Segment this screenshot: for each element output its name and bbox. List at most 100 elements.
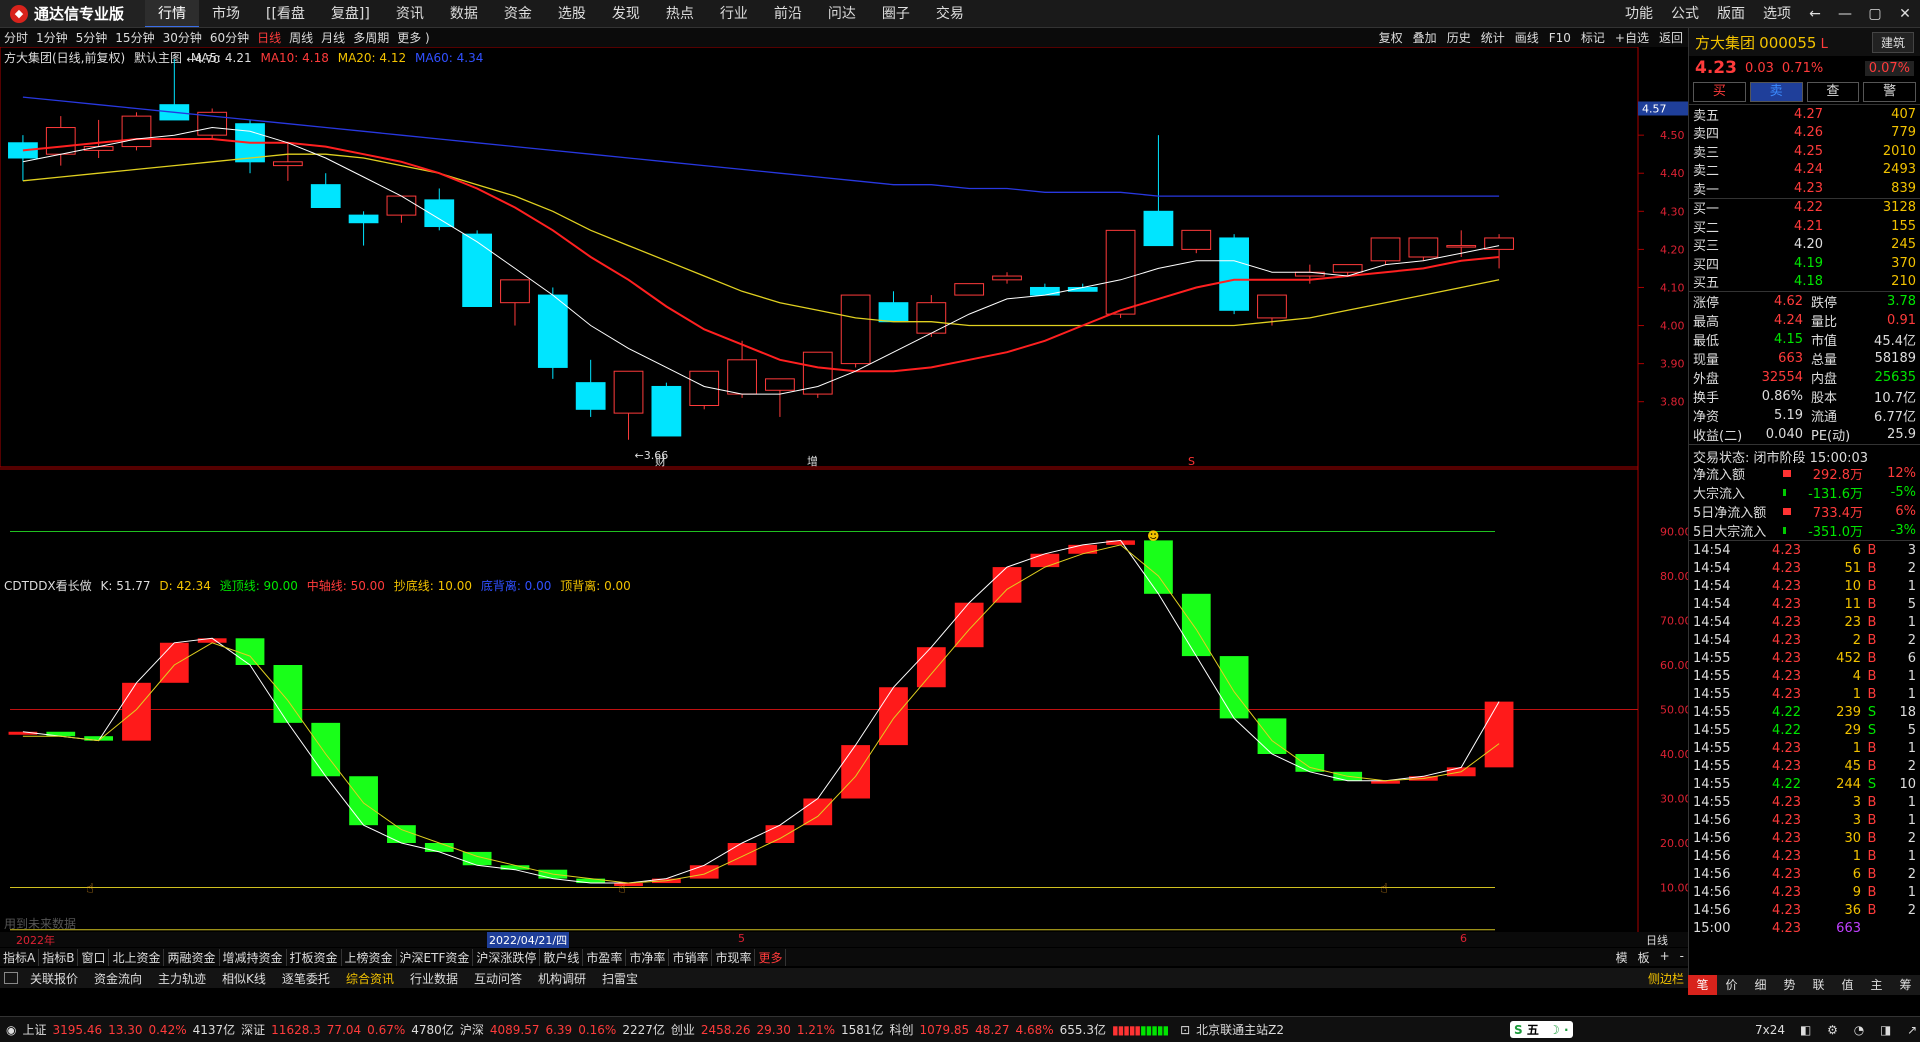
info-tab-0[interactable]: 关联报价 [22, 970, 86, 987]
indicator-tab-9[interactable]: 沪深涨跌停 [473, 948, 541, 966]
indicator-tab-14[interactable]: 市现率 [712, 948, 756, 966]
trade-op-3[interactable]: 警 [1863, 82, 1916, 102]
menu-item-6[interactable]: 资金 [491, 0, 545, 27]
indicator-tab-0[interactable]: 指标A [0, 948, 40, 966]
chart-fn-2[interactable]: 历史 [1442, 29, 1476, 46]
period-4[interactable]: 30分钟 [159, 29, 206, 46]
menu-item-2[interactable]: [[看盘 [253, 0, 318, 27]
chart-fn-8[interactable]: 返回 [1654, 29, 1688, 46]
period-7[interactable]: 周线 [285, 29, 317, 46]
menu-item-0[interactable]: 行情 [145, 0, 199, 27]
chart-fn-6[interactable]: 标记 [1576, 29, 1610, 46]
menu-item-9[interactable]: 热点 [653, 0, 707, 27]
back-icon[interactable]: ← [1800, 6, 1830, 22]
quote-tab-1[interactable]: 价 [1717, 975, 1746, 995]
quote-tab-7[interactable]: 筹 [1891, 975, 1920, 995]
menu-item-4[interactable]: 资讯 [383, 0, 437, 27]
indicator-tab-4[interactable]: 两融资金 [164, 948, 220, 966]
indicator-tab-6[interactable]: 打板资金 [287, 948, 342, 966]
menu-item-7[interactable]: 选股 [545, 0, 599, 27]
sh-label[interactable]: 上证 [22, 1021, 46, 1038]
chart-fn-4[interactable]: 画线 [1510, 29, 1544, 46]
period-5[interactable]: 60分钟 [206, 29, 253, 46]
trade-op-0[interactable]: 买 [1693, 82, 1746, 102]
menu-item-10[interactable]: 行业 [707, 0, 761, 27]
tab-control-2[interactable]: + [1660, 949, 1670, 966]
info-tab-7[interactable]: 互动问答 [466, 970, 530, 987]
indicator-tab-1[interactable]: 指标B [39, 948, 79, 966]
period-9[interactable]: 多周期 [349, 29, 393, 46]
quote-tab-0[interactable]: 笔 [1688, 975, 1717, 995]
chart-fn-0[interactable]: 复权 [1374, 29, 1408, 46]
right-menu-item-0[interactable]: 功能 [1616, 0, 1662, 27]
hs-label[interactable]: 沪深 [460, 1021, 484, 1038]
quote-tab-2[interactable]: 细 [1746, 975, 1775, 995]
period-1[interactable]: 1分钟 [32, 29, 72, 46]
ime-indicator[interactable]: S 五 ☽ · [1510, 1021, 1573, 1038]
info-tab-1[interactable]: 资金流向 [86, 970, 150, 987]
quote-tab-6[interactable]: 主 [1862, 975, 1891, 995]
quote-pct2: 0.07% [1864, 60, 1914, 76]
quote-tab-3[interactable]: 势 [1775, 975, 1804, 995]
trade-op-2[interactable]: 查 [1806, 82, 1860, 102]
period-8[interactable]: 月线 [317, 29, 349, 46]
period-0[interactable]: 分时 [0, 29, 32, 46]
indicator-tab-5[interactable]: 增减持资金 [220, 948, 287, 966]
quote-tab-5[interactable]: 值 [1833, 975, 1862, 995]
maximize-icon[interactable]: ▢ [1860, 6, 1890, 22]
sz-label[interactable]: 深证 [241, 1021, 265, 1038]
right-menu-item-1[interactable]: 公式 [1662, 0, 1708, 27]
trade-op-1[interactable]: 卖 [1749, 82, 1803, 102]
info-tab-4[interactable]: 逐笔委托 [274, 970, 338, 987]
chart-fn-7[interactable]: +自选 [1610, 29, 1654, 46]
info-tab-3[interactable]: 相似K线 [214, 970, 274, 987]
menu-item-14[interactable]: 交易 [923, 0, 977, 27]
period-2[interactable]: 5分钟 [72, 29, 112, 46]
minimize-icon[interactable]: — [1830, 6, 1860, 22]
kd-tick-5: 40.00 [1660, 748, 1688, 761]
quote-tab-4[interactable]: 联 [1804, 975, 1833, 995]
tab-control-3[interactable]: - [1680, 949, 1684, 966]
indicator-tab-13[interactable]: 市销率 [669, 948, 713, 966]
menu-item-1[interactable]: 市场 [199, 0, 253, 27]
info-tab-5[interactable]: 综合资讯 [338, 970, 402, 987]
tab-control-0[interactable]: 模 [1616, 949, 1628, 966]
period-10[interactable]: 更多 ) [393, 29, 434, 46]
info-tab-6[interactable]: 行业数据 [402, 970, 466, 987]
indicator-tab-11[interactable]: 市盈率 [583, 948, 627, 966]
tab-control-1[interactable]: 板 [1638, 949, 1650, 966]
chart-fn-5[interactable]: F10 [1544, 31, 1576, 45]
period-3[interactable]: 15分钟 [111, 29, 158, 46]
indicator-tab-3[interactable]: 北上资金 [109, 948, 165, 966]
menu-item-5[interactable]: 数据 [437, 0, 491, 27]
period-6[interactable]: 日线 [253, 29, 285, 46]
indicator-tab-8[interactable]: 沪深ETF资金 [397, 948, 474, 966]
close-icon[interactable]: ✕ [1890, 6, 1920, 22]
info-tab-2[interactable]: 主力轨迹 [150, 970, 214, 987]
menu-item-3[interactable]: 复盘]] [318, 0, 383, 27]
right-menu-item-3[interactable]: 选项 [1754, 0, 1800, 27]
indicator-tab-7[interactable]: 上榜资金 [342, 948, 397, 966]
sector-button[interactable]: 建筑 [1871, 31, 1914, 53]
chart-fn-1[interactable]: 叠加 [1408, 29, 1442, 46]
sidebar-toggle[interactable]: 侧边栏 [1648, 970, 1684, 987]
price-chart[interactable]: 4.50 4.40 4.30 4.20 4.10 4.00 3.90 3.80 4.57 ←4.7… [0, 47, 1688, 947]
indicator-tab-12[interactable]: 市净率 [626, 948, 670, 966]
info-tab-8[interactable]: 机构调研 [530, 970, 594, 987]
info-tab-9[interactable]: 扫雷宝 [594, 970, 646, 987]
right-menu-item-2[interactable]: 版面 [1708, 0, 1754, 27]
menu-item-11[interactable]: 前沿 [761, 0, 815, 27]
kc-label[interactable]: 科创 [890, 1021, 914, 1038]
indicator-tab-15[interactable]: 更多 [755, 948, 787, 966]
menu-item-12[interactable]: 问达 [815, 0, 869, 27]
server-name[interactable]: 北京联通主站Z2 [1196, 1021, 1284, 1038]
indicator-tab-10[interactable]: 散户线 [540, 948, 584, 966]
sub-indicator-name[interactable]: CDTDDX看长做 [4, 579, 92, 593]
indicator-tab-2[interactable]: 窗口 [78, 948, 110, 966]
cy-label[interactable]: 创业 [671, 1021, 695, 1038]
chart-fn-3[interactable]: 统计 [1476, 29, 1510, 46]
menu-item-8[interactable]: 发现 [599, 0, 653, 27]
menu-item-13[interactable]: 圈子 [869, 0, 923, 27]
flow-label: 5日大宗流入 [1693, 525, 1767, 540]
panel-toggle-icon[interactable] [4, 972, 18, 984]
